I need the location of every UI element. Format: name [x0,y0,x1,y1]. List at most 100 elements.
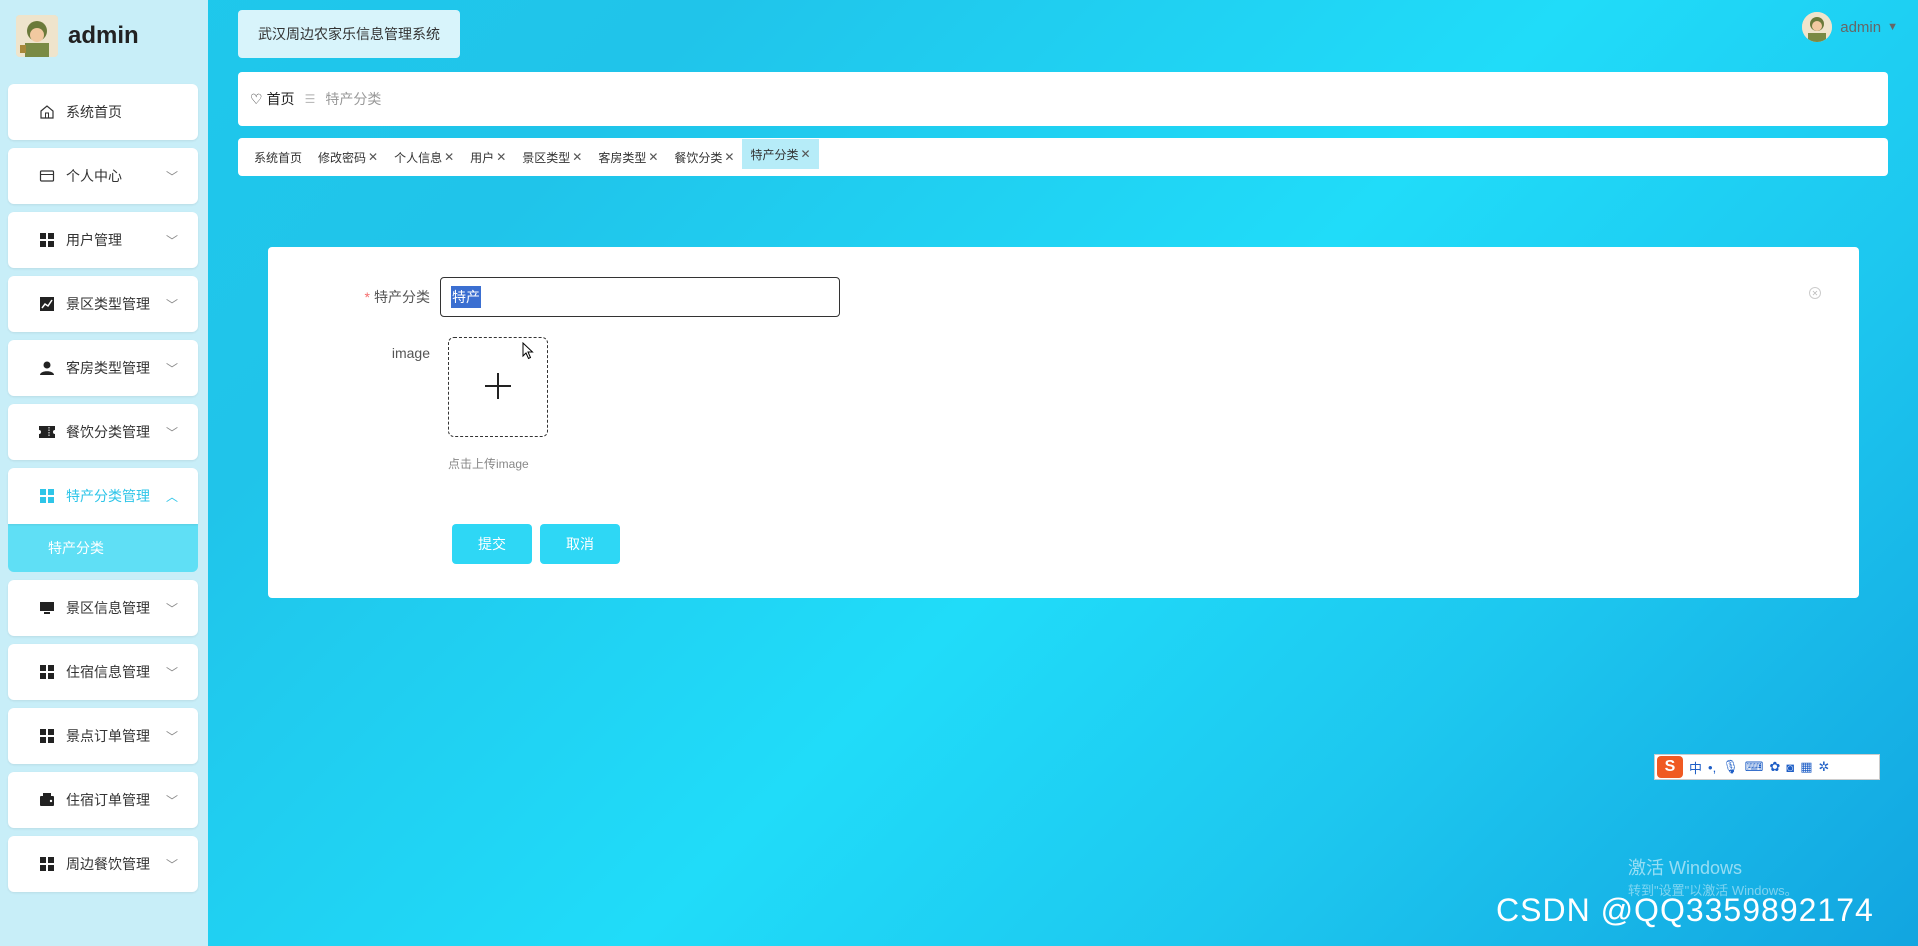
submenu-item-specialty[interactable]: 特产分类 [8,524,198,572]
chevron-down-icon: ﹀ [165,666,178,680]
tag-label: 景区类型 [522,150,571,165]
tag-label: 客房类型 [598,150,647,165]
tag-scenic-type[interactable]: 景区类型 ✕ [514,145,590,169]
system-title: 武汉周边农家乐信息管理系统 [238,10,460,58]
grid-icon [38,727,56,745]
specialty-form-card: * 特产分类 特产 ✕ image 点击上传image 提交 取消 [268,247,1859,598]
chevron-down-icon: ﹀ [165,426,178,440]
required-mark: * [364,289,370,305]
apps-icon[interactable]: ▦ [1800,759,1812,775]
tag-label: 餐饮分类 [674,150,723,165]
clear-icon[interactable]: ✕ [1809,287,1821,299]
monitor-icon [38,599,56,617]
brand-name: admin [68,22,139,49]
tag-label: 修改密码 [318,150,367,165]
tag-users[interactable]: 用户 ✕ [462,145,514,169]
brand-avatar [16,15,58,57]
sidebar-item-scenic-orders[interactable]: 景点订单管理 ﹀ [8,708,198,764]
wallet-icon [38,791,56,809]
breadcrumb: ♡ 首页 ☰ 特产分类 [238,72,1888,126]
sidebar-item-label: 周边餐饮管理 [66,856,150,872]
breadcrumb-current: 特产分类 [325,91,382,107]
sidebar-item-label: 系统首页 [66,104,122,120]
ime-punct[interactable]: •, [1708,760,1716,775]
sidebar-menu: 系统首页 个人中心 ﹀ 用户管理 ﹀ 景区类型管理 ﹀ 客房类型管理 ﹀ 餐饮分… [8,84,198,900]
card-icon [38,167,56,185]
chevron-down-icon: ﹀ [165,170,178,184]
grid-icon [38,487,56,505]
microphone-icon[interactable]: 🎙 [1722,759,1739,775]
close-icon[interactable]: ✕ [572,150,582,164]
ime-toolbar[interactable]: S 中 •, 🎙 ⌨ ✿ ◙ ▦ ✲ [1654,754,1880,780]
close-icon[interactable]: ✕ [648,150,658,164]
tag-label: 特产分类 [750,147,799,162]
chevron-down-icon: ﹀ [165,794,178,808]
home-icon [38,103,56,121]
sidebar: admin 系统首页 个人中心 ﹀ 用户管理 ﹀ 景区类型管理 ﹀ 客房类型管理… [0,0,208,946]
tag-label: 系统首页 [254,150,303,165]
avatar [1802,12,1833,42]
keyboard-icon[interactable]: ⌨ [1745,759,1764,775]
close-icon[interactable]: ✕ [368,150,378,164]
sidebar-item-room-type[interactable]: 客房类型管理 ﹀ [8,340,198,396]
breadcrumb-home-label: 首页 [266,91,295,107]
category-input[interactable]: 特产 [440,277,840,317]
skin-icon[interactable]: ✿ [1769,759,1780,775]
sidebar-item-scenic-type[interactable]: 景区类型管理 ﹀ [8,276,198,332]
tag-personal-info[interactable]: 个人信息 ✕ [386,145,462,169]
chevron-down-icon: ﹀ [165,298,178,312]
breadcrumb-separator-icon: ☰ [304,92,316,106]
category-input-value: 特产 [451,286,481,308]
sidebar-item-label: 餐饮分类管理 [66,424,150,440]
caret-down-icon: ▼ [1887,21,1898,33]
user-menu[interactable]: admin ▼ [1802,12,1898,42]
chevron-down-icon: ﹀ [165,602,178,616]
breadcrumb-home[interactable]: ♡ 首页 [250,89,295,109]
sidebar-item-home[interactable]: 系统首页 [8,84,198,140]
close-icon[interactable]: ✕ [801,147,811,161]
sogou-logo-icon: S [1657,756,1683,778]
grid-icon [38,663,56,681]
sidebar-item-label: 景区信息管理 [66,600,150,616]
close-icon[interactable]: ✕ [724,150,734,164]
tag-home[interactable]: 系统首页 [246,145,310,169]
tag-dining-category[interactable]: 餐饮分类 ✕ [666,145,742,169]
close-icon[interactable]: ✕ [496,150,506,164]
submit-button[interactable]: 提交 [452,524,532,564]
settings-icon[interactable]: ✲ [1819,759,1830,775]
plus-icon [484,367,512,407]
sidebar-item-label: 个人中心 [66,168,122,184]
category-label: * 特产分类 [364,289,430,305]
user-name: admin [1840,18,1882,36]
sidebar-item-scenic-info[interactable]: 景区信息管理 ﹀ [8,580,198,636]
chart-icon [38,295,56,313]
chevron-up-icon: ︿ [165,490,178,504]
brand: admin [16,14,139,58]
sidebar-item-nearby-dining[interactable]: 周边餐饮管理 ﹀ [8,836,198,892]
upload-tip: 点击上传image [448,457,529,471]
sidebar-item-dining-category[interactable]: 餐饮分类管理 ﹀ [8,404,198,460]
tag-change-password[interactable]: 修改密码 ✕ [310,145,386,169]
chevron-down-icon: ﹀ [165,858,178,872]
grid-icon [38,855,56,873]
sidebar-item-lodging-orders[interactable]: 住宿订单管理 ﹀ [8,772,198,828]
chevron-down-icon: ﹀ [165,730,178,744]
sidebar-item-specialty-category[interactable]: 特产分类管理 ︿ [8,468,198,524]
tag-label: 用户 [470,150,495,165]
sidebar-item-lodging-info[interactable]: 住宿信息管理 ﹀ [8,644,198,700]
tag-specialty-category[interactable]: 特产分类 ✕ [742,139,819,169]
sidebar-item-label: 住宿订单管理 [66,792,150,808]
ime-mode[interactable]: 中 [1689,758,1702,777]
sidebar-item-profile[interactable]: 个人中心 ﹀ [8,148,198,204]
heart-icon: ♡ [250,90,263,107]
tags-view: 系统首页 修改密码 ✕ 个人信息 ✕ 用户 ✕ 景区类型 ✕ 客房类型 ✕ 餐饮分类 ✕ 特… [238,138,1888,176]
chevron-down-icon: ﹀ [165,234,178,248]
image-label: image [391,345,430,361]
form-row-image: image [268,345,440,361]
sidebar-item-users[interactable]: 用户管理 ﹀ [8,212,198,268]
game-icon[interactable]: ◙ [1786,760,1794,775]
close-icon[interactable]: ✕ [444,150,454,164]
cancel-button[interactable]: 取消 [540,524,620,564]
sidebar-item-label: 特产分类管理 [66,488,150,504]
tag-room-type[interactable]: 客房类型 ✕ [590,145,666,169]
